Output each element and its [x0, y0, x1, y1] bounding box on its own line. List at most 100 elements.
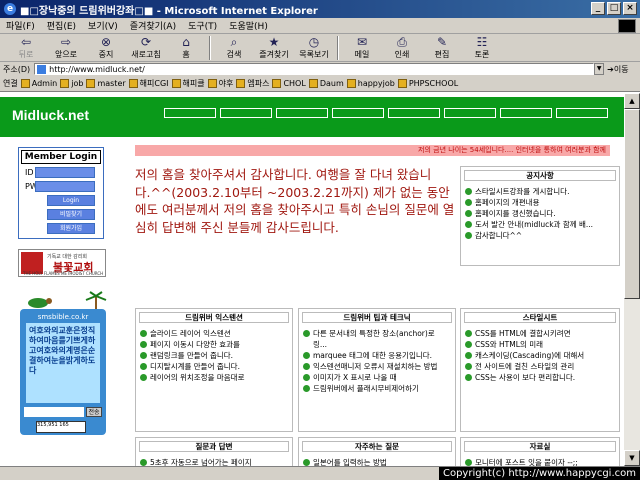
list-item[interactable]: 일본어를 입력하는 방법 — [303, 457, 451, 466]
link-icon — [20, 79, 30, 88]
menu-file[interactable]: 파일(F) — [6, 19, 35, 32]
sms-input[interactable] — [24, 407, 84, 417]
address-url: http://www.midluck.net/ — [49, 64, 145, 74]
bullet-icon — [465, 352, 472, 359]
list-item[interactable]: 모니터에 포스트 잇을 붙이자 --;; — [465, 457, 615, 466]
list-item[interactable]: 디지탈시계를 만들어 줍니다. — [140, 361, 288, 372]
list-item[interactable]: 스타일시트강좌를 게시합니다. — [465, 186, 615, 197]
nav-button[interactable] — [164, 108, 216, 118]
stop-button[interactable]: ⊗ 중지 — [86, 35, 126, 61]
nav-button[interactable] — [220, 108, 272, 118]
favorites-button[interactable]: ★ 즐겨찾기 — [254, 35, 294, 61]
list-item[interactable]: 레이어의 위치조정을 마음대로 — [140, 372, 288, 383]
discuss-button[interactable]: ☷ 토론 — [462, 35, 502, 61]
list-item[interactable]: 슬라이드 레이어 익스텐션 — [140, 328, 288, 339]
login-button[interactable]: Login — [47, 195, 95, 206]
link-happycgi[interactable]: 해피CGI — [128, 78, 169, 89]
list-item[interactable]: marquee 태그에 대한 응용기입니다. — [303, 350, 451, 361]
menu-view[interactable]: 보기(V) — [88, 19, 118, 32]
bullet-icon — [303, 363, 310, 370]
link-happycl[interactable]: 해피클 — [171, 78, 205, 89]
page-icon — [37, 64, 47, 74]
panel-dw-extension: 드림위버 익스텐션 슬라이드 레이어 익스텐션 페이지 이동시 다양한 효과를 … — [135, 308, 293, 432]
link-happyjob[interactable]: happyjob — [346, 79, 395, 88]
address-dropdown-button[interactable]: ▼ — [594, 63, 605, 75]
link-icon — [272, 79, 282, 88]
close-button[interactable]: × — [623, 2, 637, 15]
site-logo[interactable]: Midluck.net — [12, 107, 89, 123]
scroll-up-button[interactable]: ▲ — [624, 93, 640, 109]
back-button[interactable]: ⇦ 뒤로 — [6, 35, 46, 61]
nav-button[interactable] — [500, 108, 552, 118]
search-button[interactable]: ⌕ 검색 — [214, 35, 254, 61]
minimize-button[interactable]: _ — [591, 2, 605, 15]
forward-button[interactable]: ⇨ 앞으로 — [46, 35, 86, 61]
scroll-down-button[interactable]: ▼ — [624, 450, 640, 466]
nav-button[interactable] — [556, 108, 608, 118]
link-chol[interactable]: CHOL — [272, 79, 306, 88]
address-label: 주소(D) — [3, 64, 31, 74]
church-banner[interactable]: 기독교 대한 감리회 불꽃교회 THE HOLY FLAMES METHODIS… — [18, 249, 106, 277]
scroll-thumb[interactable] — [624, 109, 640, 299]
list-item[interactable]: 페이지 이동시 다양한 효과를 — [140, 339, 288, 350]
find-password-button[interactable]: 비밀찾기 — [47, 209, 95, 220]
mail-button[interactable]: ✉ 메일 — [342, 35, 382, 61]
page-content: Midluck.net Member Login ID PW Login 비밀찾… — [0, 93, 624, 466]
pw-input[interactable] — [35, 181, 95, 192]
menu-favorites[interactable]: 즐겨찾기(A) — [130, 19, 176, 32]
join-button[interactable]: 회원가입 — [47, 223, 95, 234]
nav-button[interactable] — [444, 108, 496, 118]
list-item[interactable]: 드림위버에서 플래시무비제어하기 — [303, 383, 451, 394]
sms-counter: 315,951 165 — [36, 421, 86, 433]
nav-button[interactable] — [276, 108, 328, 118]
id-input[interactable] — [35, 167, 95, 178]
panel-title: 자료실 — [464, 441, 616, 452]
list-item[interactable]: 익스텐션매니저 오류시 재설치하는 방법 — [303, 361, 451, 372]
list-item[interactable]: 5초후 자동으로 넘어가는 페이지 — [140, 457, 288, 466]
go-button[interactable]: ➔이동 — [607, 64, 628, 75]
list-item[interactable]: 캐스케이딩(Cascading)에 대해서 — [465, 350, 615, 361]
history-icon: ◷ — [308, 34, 320, 49]
title-bar: e ■□장낙중의 드림위버강좌□■ - Microsoft Internet E… — [0, 0, 640, 18]
print-button[interactable]: ⎙ 인쇄 — [382, 35, 422, 61]
edit-button[interactable]: ✎ 편집 — [422, 35, 462, 61]
link-empas[interactable]: 엠파스 — [236, 78, 269, 89]
list-item[interactable]: 홈페이지를 갱신했습니다. — [465, 208, 615, 219]
maximize-button[interactable]: □ — [607, 2, 621, 15]
sms-send-button[interactable]: 전송 — [86, 407, 102, 417]
list-item[interactable]: CSS를 HTML에 결합시키려면 — [465, 328, 615, 339]
link-yahoo[interactable]: 야후 — [207, 78, 233, 89]
bullet-icon — [465, 221, 472, 228]
nav-button[interactable] — [388, 108, 440, 118]
list-item[interactable]: 이미지가 X 표시로 나올 때 — [303, 372, 451, 383]
list-item[interactable]: 다른 문서내의 특정한 장소(anchor)로 링... — [303, 328, 451, 350]
link-admin[interactable]: Admin — [20, 79, 57, 88]
link-icon — [397, 79, 407, 88]
link-master[interactable]: master — [86, 79, 126, 88]
nav-button[interactable] — [332, 108, 384, 118]
forward-arrow-icon: ⇨ — [60, 34, 72, 49]
login-title: Member Login — [21, 150, 101, 164]
home-button[interactable]: ⌂ 홈 — [166, 35, 206, 61]
menu-help[interactable]: 도움말(H) — [229, 19, 268, 32]
history-button[interactable]: ◷ 목록보기 — [294, 35, 334, 61]
refresh-icon: ⟳ — [140, 34, 152, 49]
list-item[interactable]: 랜덤링크를 만들어 줍니다. — [140, 350, 288, 361]
menu-tools[interactable]: 도구(T) — [188, 19, 217, 32]
link-job[interactable]: job — [60, 79, 83, 88]
panel-title: 스타일시트 — [464, 312, 616, 323]
list-item[interactable]: 도서 발간 안내(midluck과 함께 배... — [465, 219, 615, 230]
menu-edit[interactable]: 편집(E) — [47, 19, 76, 32]
mail-icon: ✉ — [356, 34, 368, 49]
list-item[interactable]: CSS는 사용이 보다 편리합니다. — [465, 372, 615, 383]
vertical-scrollbar[interactable]: ▲ ▼ — [624, 93, 640, 466]
address-input[interactable]: http://www.midluck.net/ — [34, 63, 595, 75]
list-item[interactable]: 홈페이지의 개편내용 — [465, 197, 615, 208]
list-item[interactable]: 전 사이트에 걸친 스타일의 관리 — [465, 361, 615, 372]
bullet-icon — [465, 330, 472, 337]
list-item[interactable]: CSS와 HTML의 미래 — [465, 339, 615, 350]
refresh-button[interactable]: ⟳ 새로고침 — [126, 35, 166, 61]
list-item[interactable]: 감사합니다^^ — [465, 230, 615, 241]
link-daum[interactable]: Daum — [308, 79, 344, 88]
link-phpschool[interactable]: PHPSCHOOL — [397, 79, 458, 88]
